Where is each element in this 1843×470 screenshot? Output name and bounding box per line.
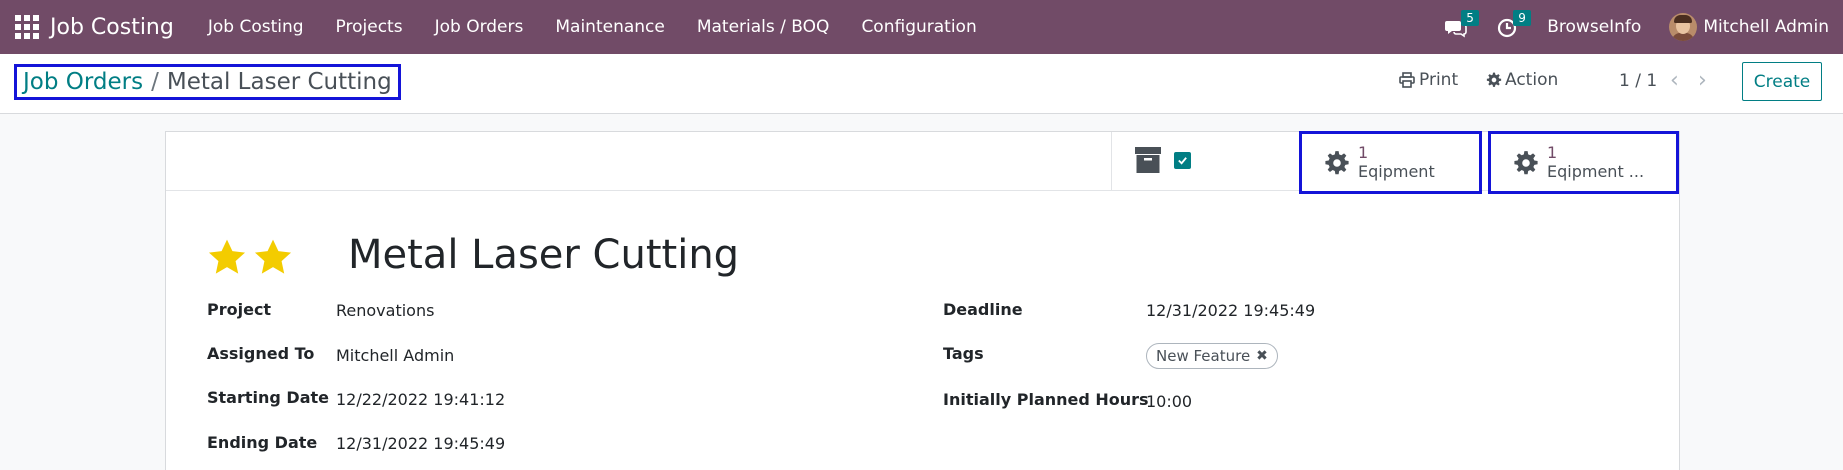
gear-icon [1514, 150, 1538, 174]
action-label: Action [1505, 70, 1559, 90]
button-box-divider [1111, 132, 1112, 191]
menu-item-projects[interactable]: Projects [320, 17, 419, 37]
button-box: 1 Eqipment 1 Eqipment ... [166, 131, 1679, 194]
field-label-starting-date: Starting Date [207, 388, 329, 407]
field-value-ending-date[interactable]: 12/31/2022 19:45:49 [336, 434, 505, 453]
field-value-assigned-to[interactable]: Mitchell Admin [336, 346, 454, 365]
field-value-planned-hours[interactable]: 10:00 [1146, 392, 1192, 411]
control-panel: Job Orders / Metal Laser Cutting Print A… [0, 54, 1843, 114]
print-button[interactable]: Print [1399, 70, 1458, 90]
print-label: Print [1419, 70, 1459, 90]
record-title[interactable]: Metal Laser Cutting [348, 232, 739, 278]
checkmark-icon [1178, 157, 1187, 165]
gear-icon [1486, 72, 1502, 87]
equipment-request-count: 1 [1547, 142, 1558, 162]
menu-item-configuration[interactable]: Configuration [845, 17, 992, 37]
breadcrumb-separator: / [151, 69, 159, 95]
messages-count-badge: 5 [1461, 10, 1479, 26]
field-value-starting-date[interactable]: 12/22/2022 19:41:12 [336, 390, 505, 409]
field-label-deadline: Deadline [943, 300, 1023, 319]
tag-label: New Feature [1156, 347, 1251, 365]
tag-chip[interactable]: New Feature ✖ [1146, 343, 1278, 369]
priority-widget [206, 237, 298, 279]
avatar [1669, 13, 1698, 41]
user-menu[interactable]: Mitchell Admin [1669, 13, 1829, 41]
field-label-assigned-to: Assigned To [207, 344, 315, 363]
systray: 5 9 BrowseInfo Mitchell Admin [1443, 0, 1843, 54]
pager-value[interactable]: 1 / 1 [1619, 71, 1657, 91]
user-name: Mitchell Admin [1703, 17, 1829, 37]
field-value-project[interactable]: Renovations [336, 301, 434, 320]
remove-tag-icon[interactable]: ✖ [1256, 348, 1268, 364]
active-checkbox[interactable] [1174, 152, 1191, 169]
activities-count-badge: 9 [1513, 10, 1531, 26]
menu-item-job-costing[interactable]: Job Costing [192, 17, 320, 37]
company-switcher[interactable]: BrowseInfo [1547, 17, 1641, 37]
printer-icon [1399, 72, 1415, 88]
equipment-count: 1 [1358, 142, 1369, 162]
activities-button[interactable]: 9 [1495, 10, 1531, 42]
field-value-deadline[interactable]: 12/31/2022 19:45:49 [1146, 301, 1315, 320]
equipment-stat-button[interactable]: 1 Eqipment [1299, 131, 1482, 194]
equipment-request-label: Eqipment ... [1547, 161, 1645, 181]
messages-button[interactable]: 5 [1443, 10, 1479, 42]
breadcrumb: Job Orders / Metal Laser Cutting [14, 64, 401, 100]
field-label-project: Project [207, 300, 272, 319]
menu-item-job-orders[interactable]: Job Orders [419, 17, 540, 37]
field-label-tags: Tags [943, 344, 984, 363]
apps-menu-icon[interactable] [14, 14, 40, 40]
pager-next-icon[interactable]: › [1698, 68, 1707, 93]
menu-item-maintenance[interactable]: Maintenance [539, 17, 680, 37]
equipment-request-stat-button[interactable]: 1 Eqipment ... [1488, 131, 1679, 194]
menu-item-materials-boq[interactable]: Materials / BOQ [681, 17, 846, 37]
create-button[interactable]: Create [1742, 62, 1822, 101]
equipment-label: Eqipment [1358, 161, 1435, 181]
star-icon[interactable] [206, 237, 248, 279]
main-menu: Job Costing Projects Job Orders Maintena… [192, 17, 993, 37]
top-navbar: Job Costing Job Costing Projects Job Ord… [0, 0, 1843, 54]
star-icon[interactable] [252, 237, 294, 279]
field-label-planned-hours: Initially Planned Hours [943, 390, 1149, 409]
action-button[interactable]: Action [1486, 70, 1558, 90]
pager-previous-icon[interactable]: ‹ [1670, 68, 1679, 93]
gear-icon [1325, 150, 1349, 174]
field-label-ending-date: Ending Date [207, 433, 318, 452]
app-title[interactable]: Job Costing [50, 15, 174, 40]
archive-icon[interactable] [1135, 147, 1161, 173]
breadcrumb-job-orders-link[interactable]: Job Orders [23, 69, 143, 95]
breadcrumb-current: Metal Laser Cutting [166, 69, 392, 95]
